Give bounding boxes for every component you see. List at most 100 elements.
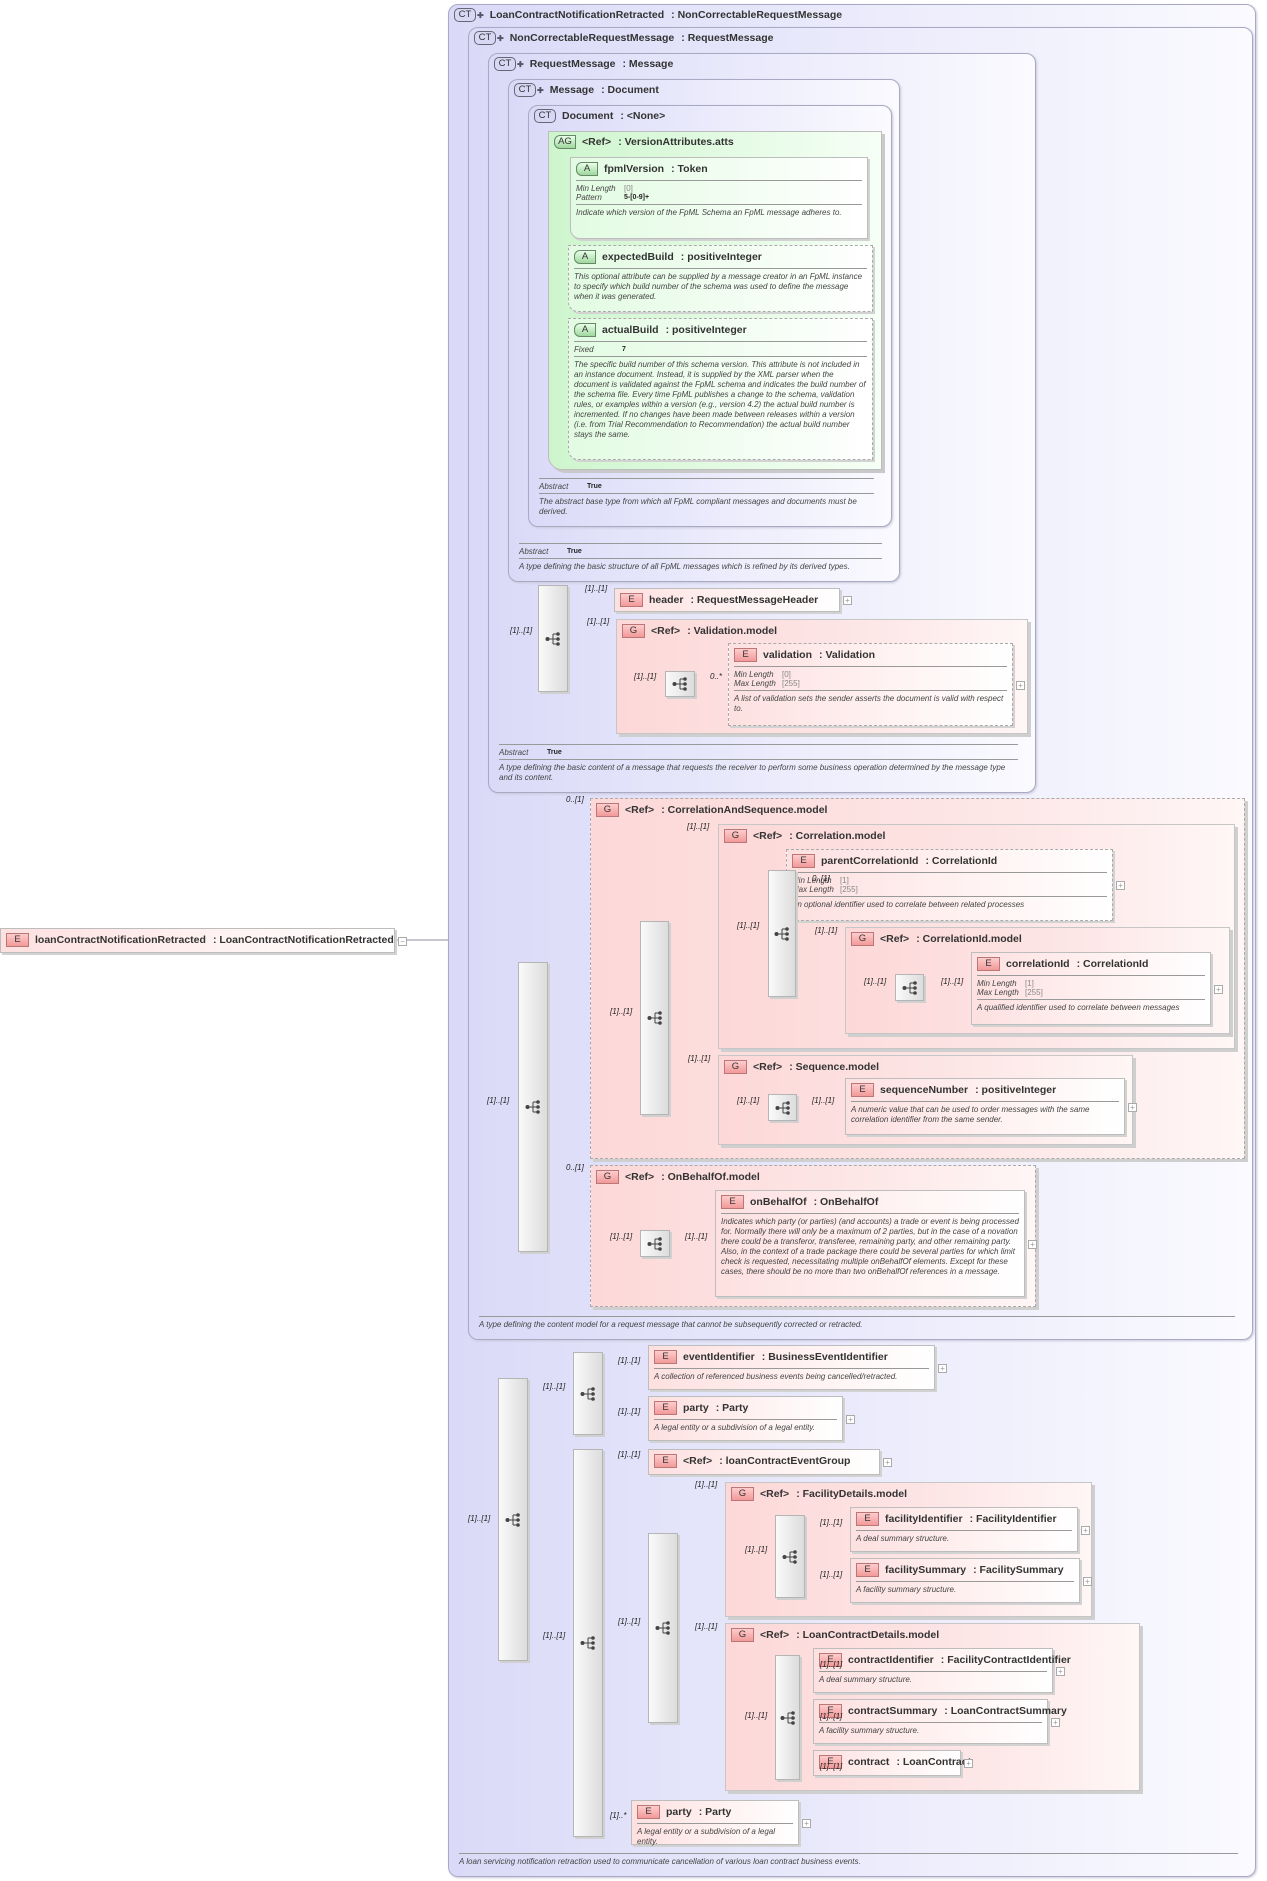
node-details: A loan servicing notification retraction… [459,1853,1238,1870]
sequence-icon [545,632,560,646]
sequence-icon [782,1550,797,1564]
facet-value: 7 [622,346,626,353]
on-behalf-of-element[interactable]: EonBehalfOf OnBehalfOf Indicates which par… [715,1190,1025,1297]
e-badge-icon: E [654,1401,677,1415]
node-name: actualBuild [602,324,659,336]
g-badge-icon: G [731,1487,754,1501]
ct-badge-icon: CT [514,83,536,97]
expand-toggle-icon[interactable]: + [1081,1526,1090,1535]
node-name: eventIdentifier [683,1351,755,1363]
cardinality-label: [1]..[1] [820,1518,843,1527]
facet-value: True [567,548,582,555]
sequence-number-element[interactable]: EsequenceNumber positiveInteger A numeric … [845,1078,1125,1135]
node-description: The specific build number of this schema… [574,356,867,443]
validation-element[interactable]: EvalidationValidationMin Length[0]Max Le… [728,643,1013,726]
header-element[interactable]: Eheader RequestMessageHeader [614,588,840,612]
ag-badge-icon: AG [554,135,576,149]
expand-toggle-icon[interactable]: + [1051,1718,1060,1727]
contract-identifier-element[interactable]: EcontractIdentifierFacilityContractIdent… [813,1648,1071,1693]
sequence-icon [774,927,789,941]
node-name: NonCorrectableRequestMessage [509,32,675,44]
expand-toggle-icon[interactable]: + [964,1759,973,1768]
node-type: CorrelationId [1077,958,1148,970]
a-badge-icon: A [576,162,598,176]
ct-badge-icon: CT [454,8,476,22]
party1-element[interactable]: Eparty Party A legal entity or a subdivisi… [648,1396,843,1441]
node-details: Min Length [0] Max Length [255] A list of va… [734,666,1007,717]
node-description: A legal entity or a subdivision of a leg… [637,1823,793,1850]
expand-toggle-icon[interactable]: + [883,1458,892,1467]
cardinality-label: 0..[1] [812,874,830,883]
cardinality-label: [1]..[1] [745,1545,768,1554]
node-description: A loan servicing notification retraction… [459,1853,1238,1870]
expand-toggle-icon[interactable]: + [1083,1577,1092,1586]
expand-toggle-icon[interactable]: + [938,1364,947,1373]
node-type: FacilitySummary [973,1564,1064,1576]
cardinality-label: [1]..[1] [634,672,657,681]
sequence-icon [580,1387,595,1401]
facet-list: Min Length [1] Max Length [255] [792,872,1107,896]
party2-element[interactable]: EpartyPartyA legal entity or a subdivisi… [631,1800,799,1846]
node-header: Eparty Party [632,1801,798,1823]
expand-toggle-icon[interactable]: + [1116,881,1125,890]
correlation-id-element[interactable]: EcorrelationId CorrelationId Min Length [1]… [971,952,1211,1025]
node-name: Message [549,84,595,96]
facet-value: True [587,483,602,490]
e-badge-icon: E [856,1512,879,1526]
expand-toggle-icon[interactable]: + [1016,681,1025,690]
refgroup-element[interactable]: E <Ref> loanContractEventGroup [648,1449,880,1475]
parent-correlation-id-element[interactable]: EparentCorrelationId CorrelationId Min Len… [786,849,1113,921]
node-type: Message [623,58,673,70]
e-badge-icon: E [856,1563,879,1577]
collapse-toggle-icon[interactable]: − [398,937,407,946]
node-details: Min Length [1] Max Length [255] A qualified … [977,975,1205,1016]
facet-value: [0] [782,670,791,679]
cardinality-label: [1]..[1] [820,1712,843,1721]
expand-toggle-icon[interactable]: + [1214,985,1223,994]
facility-summary-element[interactable]: EfacilitySummary FacilitySummary A facilit… [850,1558,1080,1603]
node-header: EfacilitySummary FacilitySummary [851,1559,1079,1581]
node-type: LoanContractDetails.model [796,1629,940,1641]
node-name: <Ref> [625,804,655,816]
e-badge-icon: E [792,854,815,868]
facet-label: Abstract [499,748,529,757]
cardinality-label: [1]..[1] [510,626,533,635]
node-name: <Ref> [760,1629,790,1641]
a3-attribute[interactable]: AactualBuild positiveInteger Fixed 7 The spe… [568,318,873,460]
expand-toggle-icon[interactable]: + [802,1819,811,1828]
facet-value: [1] [840,876,849,885]
root-element[interactable]: EloanContractNotificationRetracted LoanCo… [0,928,395,953]
node-type: OnBehalfOf.model [661,1171,760,1183]
node-header: EonBehalfOf OnBehalfOf [716,1191,1024,1213]
e-badge-icon: E [654,1454,677,1468]
expand-toggle-icon[interactable]: + [846,1415,855,1424]
contract-summary-element[interactable]: EcontractSummaryLoanContractSummaryA fac… [813,1699,1067,1744]
facet-value: 5-[0-9]+ [624,194,650,201]
facility-identifier-element[interactable]: EfacilityIdentifier FacilityIdentifier A d… [850,1507,1078,1552]
node-details: Fixed 7 The specific build number of this … [574,341,867,443]
expand-toggle-icon[interactable]: + [843,596,852,605]
expand-toggle-icon[interactable]: + [1128,1103,1137,1112]
expand-toggle-icon[interactable]: + [1056,1667,1065,1676]
cardinality-label: [1]..[1] [585,584,608,593]
a1-attribute[interactable]: AfpmlVersion Token Min Length [0] Pattern 5-[… [570,157,868,239]
event-identifier-element[interactable]: EeventIdentifier BusinessEventIdentifier A… [648,1345,935,1390]
g-badge-icon: G [622,624,645,638]
expand-toggle-icon[interactable]: + [1028,1240,1037,1249]
facet-value: [0] [624,184,633,193]
node-description: Indicate which version of the FpML Schem… [576,204,862,221]
a2-attribute[interactable]: AexpectedBuild positiveInteger This option… [568,245,873,312]
facet-row: Abstract True [499,748,1018,757]
cardinality-label: [1]..[1] [618,1450,641,1459]
node-header: EcontractSummaryLoanContractSummary [814,1700,1067,1722]
e-badge-icon: E [6,933,29,947]
cardinality-label: [1]..[1] [688,1054,711,1063]
facet-row: Min Length [0] [734,670,1007,679]
ct-badge-icon: CT [474,31,496,45]
node-header: AactualBuild positiveInteger [569,319,872,341]
sequence-icon [525,1100,540,1114]
cardinality-label: [1]..[1] [745,1711,768,1720]
a-badge-icon: A [574,250,596,264]
cardinality-label: [1]..[1] [941,977,964,986]
cardinality-label: [1]..[1] [587,617,610,626]
